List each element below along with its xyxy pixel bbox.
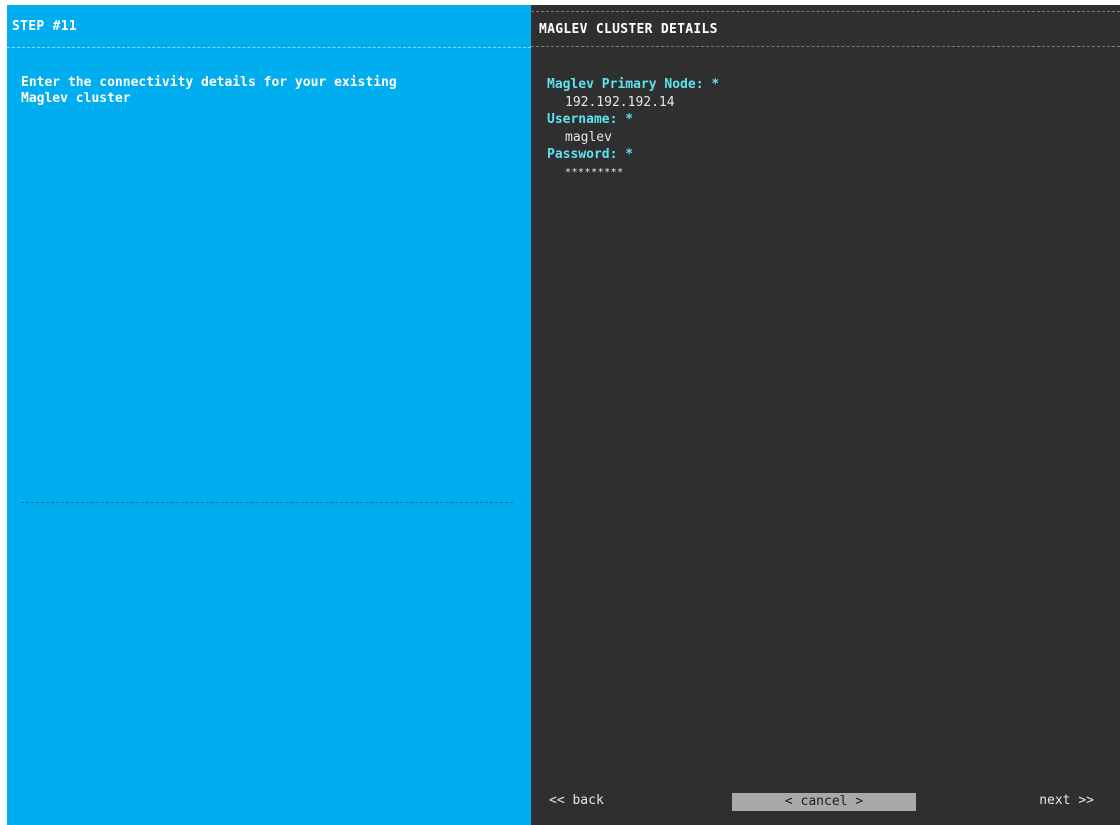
next-button[interactable]: next >> bbox=[1039, 793, 1094, 808]
installer-screen: STEP #11 Enter the connectivity details … bbox=[7, 5, 1120, 825]
primary-node-input[interactable]: 192.192.192.14 bbox=[547, 94, 719, 112]
step-title: STEP #11 bbox=[12, 19, 78, 34]
username-label: Username: * bbox=[547, 112, 634, 127]
divider bbox=[531, 46, 1120, 47]
password-input[interactable]: ********* bbox=[547, 164, 719, 182]
step-info-panel: STEP #11 Enter the connectivity details … bbox=[7, 5, 531, 825]
navigation-bar: << back < cancel > next >> bbox=[531, 793, 1120, 813]
divider bbox=[21, 502, 513, 503]
panel-title: MAGLEV CLUSTER DETAILS bbox=[539, 22, 718, 37]
divider bbox=[531, 11, 1120, 12]
step-description: Enter the connectivity details for your … bbox=[21, 75, 397, 106]
cluster-details-panel: MAGLEV CLUSTER DETAILS Maglev Primary No… bbox=[531, 5, 1120, 825]
username-input[interactable]: maglev bbox=[547, 129, 719, 147]
back-button[interactable]: << back bbox=[549, 793, 604, 808]
cluster-form: Maglev Primary Node: * 192.192.192.14 Us… bbox=[547, 76, 719, 181]
primary-node-label: Maglev Primary Node: * bbox=[547, 77, 720, 92]
cancel-button[interactable]: < cancel > bbox=[732, 793, 916, 811]
password-label: Password: * bbox=[547, 147, 634, 162]
divider bbox=[7, 47, 531, 48]
